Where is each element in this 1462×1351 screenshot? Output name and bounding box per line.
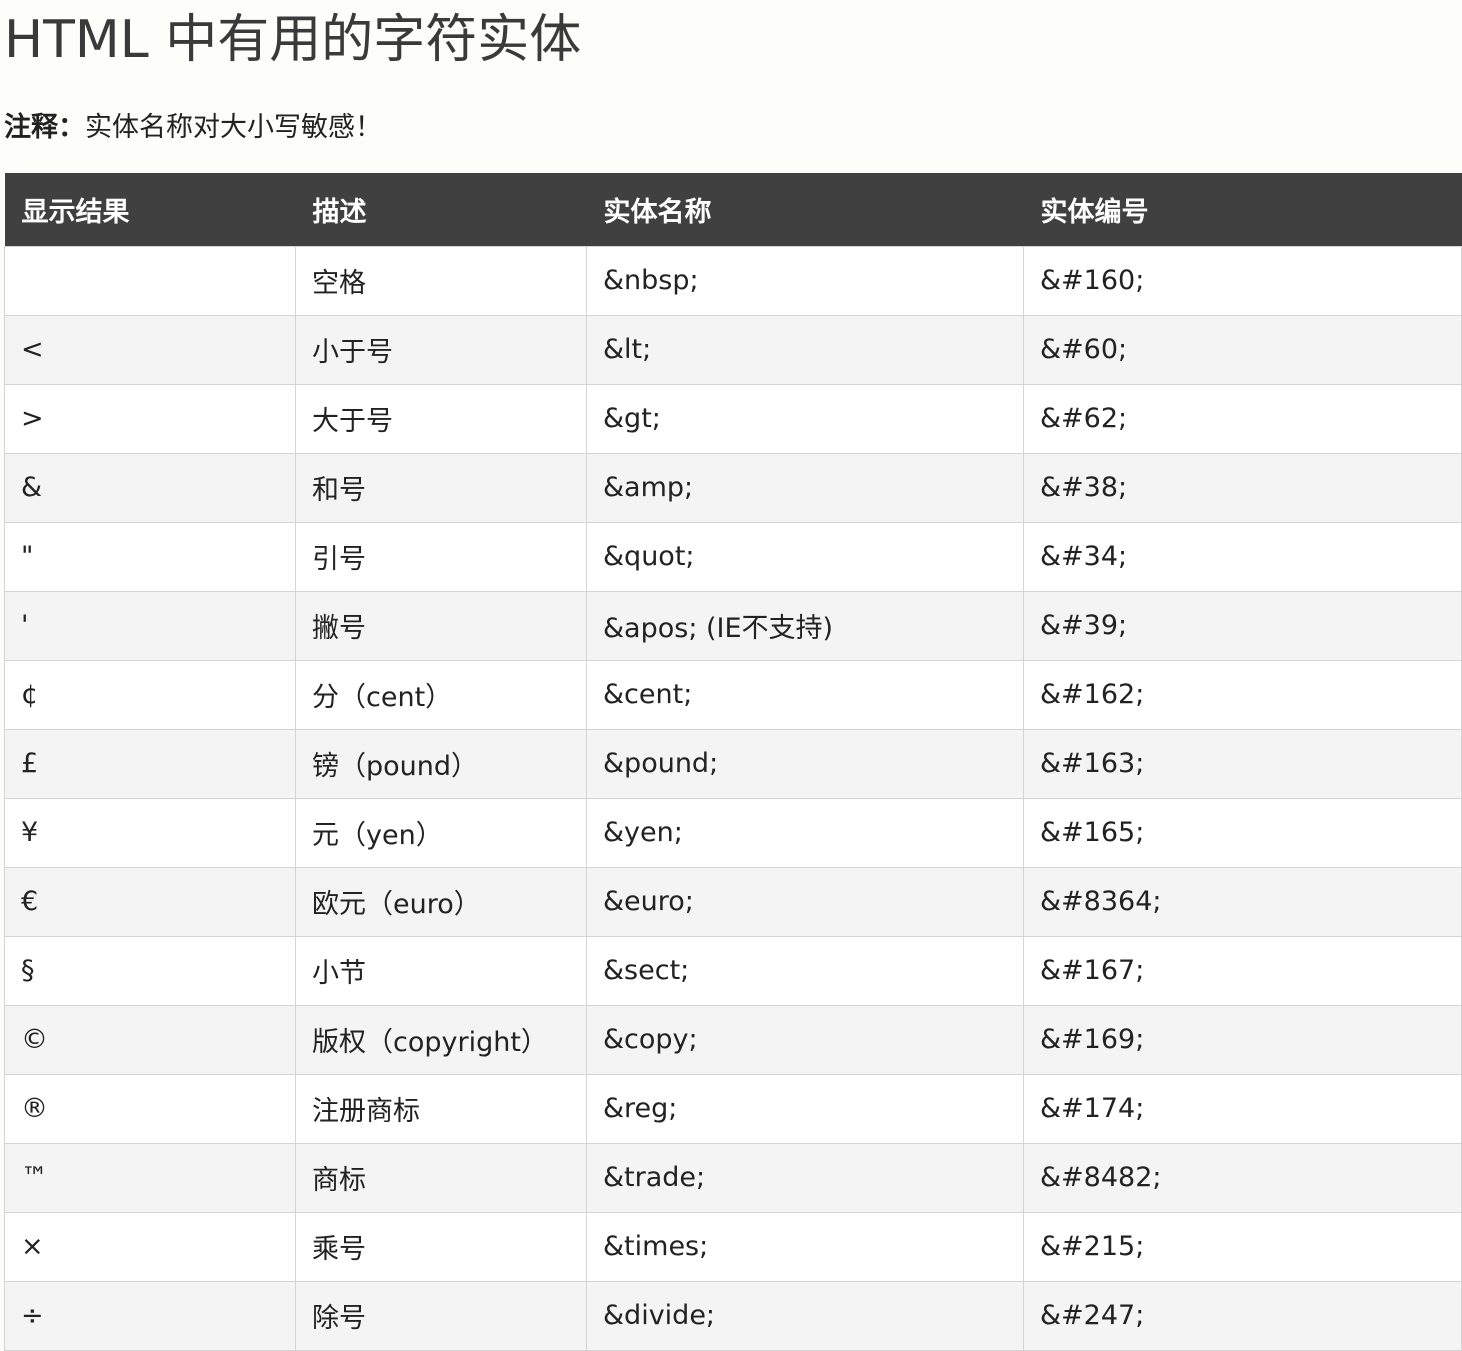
cell-entity-number: &#8482;	[1023, 1142, 1462, 1213]
table-row: ÷ 除号 &divide; &#247;	[4, 1280, 1462, 1351]
cell-display: "	[4, 521, 296, 592]
cell-entity-name: &yen;	[586, 797, 1024, 868]
table-row: × 乘号 &times; &#215;	[4, 1211, 1462, 1282]
cell-description: 欧元（euro）	[295, 866, 587, 937]
cell-display: '	[4, 590, 296, 661]
table-row: § 小节 &sect; &#167;	[4, 935, 1462, 1006]
table-row: < 小于号 &lt; &#60;	[4, 314, 1462, 385]
cell-entity-number: &#8364;	[1023, 866, 1462, 937]
cell-entity-name: &reg;	[586, 1073, 1024, 1144]
cell-display: ×	[4, 1211, 296, 1282]
cell-display: ™	[4, 1142, 296, 1213]
cell-entity-name: &gt;	[586, 383, 1024, 454]
table-row: ® 注册商标 &reg; &#174;	[4, 1073, 1462, 1144]
cell-entity-number: &#162;	[1023, 659, 1462, 730]
table-row: ™ 商标 &trade; &#8482;	[4, 1142, 1462, 1213]
cell-entity-number: &#165;	[1023, 797, 1462, 868]
cell-display: £	[4, 728, 296, 799]
case-sensitivity-note: 注释：实体名称对大小写敏感！	[4, 106, 382, 150]
cell-display: ¥	[4, 797, 296, 868]
cell-description: 空格	[295, 245, 587, 316]
cell-entity-number: &#62;	[1023, 383, 1462, 454]
cell-display	[4, 245, 296, 316]
cell-entity-name: &apos; (IE不支持)	[586, 590, 1024, 661]
cell-entity-name: &copy;	[586, 1004, 1024, 1075]
cell-display: ®	[4, 1073, 296, 1144]
cell-description: 引号	[295, 521, 587, 592]
page-title: HTML 中有用的字符实体	[4, 10, 582, 70]
cell-entity-number: &#174;	[1023, 1073, 1462, 1144]
table-row: £ 镑（pound） &pound; &#163;	[4, 728, 1462, 799]
entity-table: 显示结果 描述 实体名称 实体编号 空格 &nbsp; &#160; < 小于号…	[4, 173, 1462, 1351]
header-display: 显示结果	[21, 196, 130, 228]
cell-entity-name: &euro;	[586, 866, 1024, 937]
cell-description: 元（yen）	[295, 797, 587, 868]
cell-entity-name: &lt;	[586, 314, 1024, 385]
cell-entity-name: &times;	[586, 1211, 1024, 1282]
cell-entity-number: &#160;	[1023, 245, 1462, 316]
table-row: ¥ 元（yen） &yen; &#165;	[4, 797, 1462, 868]
cell-description: 镑（pound）	[295, 728, 587, 799]
page: HTML 中有用的字符实体 注释：实体名称对大小写敏感！ 显示结果 描述 实体名…	[0, 0, 1462, 1351]
cell-entity-number: &#39;	[1023, 590, 1462, 661]
cell-display: ©	[4, 1004, 296, 1075]
cell-entity-name: &cent;	[586, 659, 1024, 730]
cell-display: ÷	[4, 1280, 296, 1351]
note-label: 注释：	[4, 112, 85, 143]
cell-entity-name: &nbsp;	[586, 245, 1024, 316]
cell-entity-name: &quot;	[586, 521, 1024, 592]
table-row: € 欧元（euro） &euro; &#8364;	[4, 866, 1462, 937]
cell-description: 分（cent）	[295, 659, 587, 730]
cell-description: 注册商标	[295, 1073, 587, 1144]
cell-display: §	[4, 935, 296, 1006]
cell-description: 大于号	[295, 383, 587, 454]
cell-entity-number: &#34;	[1023, 521, 1462, 592]
cell-entity-number: &#163;	[1023, 728, 1462, 799]
cell-entity-number: &#169;	[1023, 1004, 1462, 1075]
cell-entity-number: &#38;	[1023, 452, 1462, 523]
cell-entity-name: &amp;	[586, 452, 1024, 523]
table-row: ¢ 分（cent） &cent; &#162;	[4, 659, 1462, 730]
cell-description: 小节	[295, 935, 587, 1006]
cell-entity-name: &divide;	[586, 1280, 1024, 1351]
table-row: " 引号 &quot; &#34;	[4, 521, 1462, 592]
cell-entity-name: &sect;	[586, 935, 1024, 1006]
cell-description: 除号	[295, 1280, 587, 1351]
header-entity-number: 实体编号	[1040, 196, 1149, 228]
cell-description: 乘号	[295, 1211, 587, 1282]
cell-description: 版权（copyright）	[295, 1004, 587, 1075]
cell-display: €	[4, 866, 296, 937]
cell-entity-number: &#167;	[1023, 935, 1462, 1006]
cell-description: 商标	[295, 1142, 587, 1213]
cell-display: ¢	[4, 659, 296, 730]
table-row: © 版权（copyright） &copy; &#169;	[4, 1004, 1462, 1075]
cell-description: 和号	[295, 452, 587, 523]
table-row: & 和号 &amp; &#38;	[4, 452, 1462, 523]
cell-display: &	[4, 452, 296, 523]
cell-description: 小于号	[295, 314, 587, 385]
cell-display: >	[4, 383, 296, 454]
table-row: 空格 &nbsp; &#160;	[4, 245, 1462, 316]
note-text: 实体名称对大小写敏感！	[85, 112, 382, 143]
cell-display: <	[4, 314, 296, 385]
cell-entity-number: &#247;	[1023, 1280, 1462, 1351]
cell-description: 撇号	[295, 590, 587, 661]
cell-entity-number: &#215;	[1023, 1211, 1462, 1282]
cell-entity-name: &trade;	[586, 1142, 1024, 1213]
table-header-row: 显示结果 描述 实体名称 实体编号	[4, 173, 1462, 246]
cell-entity-number: &#60;	[1023, 314, 1462, 385]
table-row: > 大于号 &gt; &#62;	[4, 383, 1462, 454]
header-entity-name: 实体名称	[603, 196, 712, 228]
table-row: ' 撇号 &apos; (IE不支持) &#39;	[4, 590, 1462, 661]
cell-entity-name: &pound;	[586, 728, 1024, 799]
header-description: 描述	[312, 196, 367, 228]
